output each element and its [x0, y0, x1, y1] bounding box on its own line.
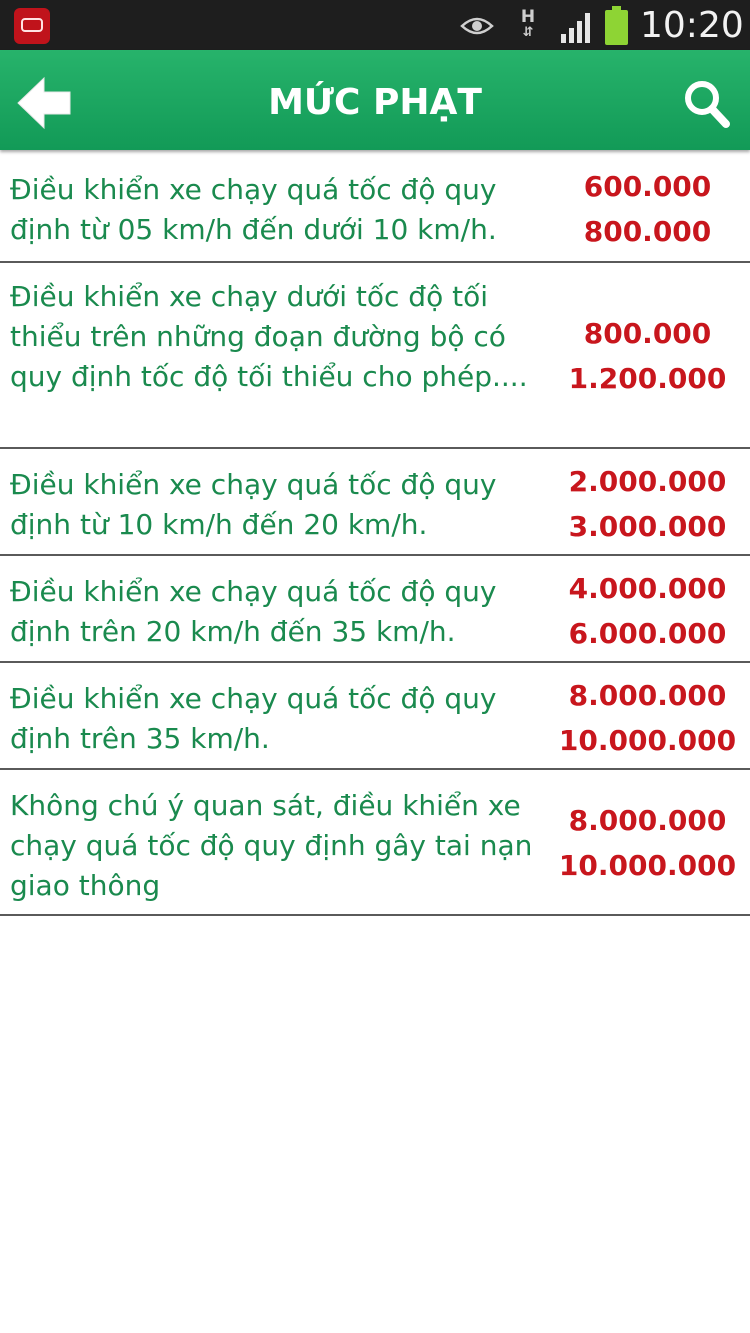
fine-max-amount: 10.000.000 — [558, 849, 737, 882]
battery-icon — [605, 6, 628, 45]
fine-description: Điều khiển xe chạy quá tốc độ quy định t… — [10, 468, 497, 541]
search-button[interactable] — [682, 78, 732, 130]
fine-amounts: 600.000 800.000 — [550, 164, 745, 254]
fine-amounts: 8.000.000 10.000.000 — [550, 673, 745, 763]
fine-row-2[interactable]: Điều khiển xe chạy dưới tốc độ tối thiểu… — [0, 263, 750, 449]
fine-description: Điều khiển xe chạy dưới tốc độ tối thiểu… — [10, 280, 528, 393]
fine-min-amount: 8.000.000 — [568, 804, 727, 837]
arrow-left-icon — [17, 76, 71, 130]
fine-description: Điều khiển xe chạy quá tốc độ quy định t… — [10, 575, 497, 648]
fine-max-amount: 800.000 — [583, 215, 712, 248]
h-data-icon: H ⇵ — [517, 8, 539, 44]
back-button[interactable] — [14, 76, 76, 130]
fine-row-3[interactable]: Điều khiển xe chạy quá tốc độ quy định t… — [0, 449, 750, 556]
app-notification-icon — [14, 8, 50, 44]
fine-max-amount: 1.200.000 — [568, 362, 727, 395]
fine-min-amount: 8.000.000 — [568, 679, 727, 712]
data-arrows: ⇵ — [522, 25, 534, 40]
fine-min-amount: 800.000 — [583, 317, 712, 350]
fine-max-amount: 10.000.000 — [558, 724, 737, 757]
status-bar: H ⇵ 10:20 — [0, 0, 750, 50]
fine-amounts: 2.000.000 3.000.000 — [550, 459, 745, 549]
fine-row-6[interactable]: Không chú ý quan sát, điều khiển xe chạy… — [0, 770, 750, 916]
h-data-label: H — [520, 7, 536, 27]
fine-description: Điều khiển xe chạy quá tốc độ quy định t… — [10, 173, 497, 246]
fine-description: Điều khiển xe chạy quá tốc độ quy định t… — [10, 682, 497, 755]
status-time: 10:20 — [640, 5, 744, 46]
fine-row-4[interactable]: Điều khiển xe chạy quá tốc độ quy định t… — [0, 556, 750, 663]
eye-icon — [460, 17, 494, 35]
fine-max-amount: 6.000.000 — [568, 617, 727, 650]
page-title: MỨC PHẠT — [268, 82, 482, 123]
fine-description: Không chú ý quan sát, điều khiển xe chạy… — [10, 789, 533, 902]
fine-min-amount: 4.000.000 — [568, 572, 727, 605]
fine-min-amount: 2.000.000 — [568, 465, 727, 498]
app-header: MỨC PHẠT — [0, 50, 750, 150]
fine-list: Điều khiển xe chạy quá tốc độ quy định t… — [0, 150, 750, 916]
signal-icon — [561, 13, 590, 43]
search-icon — [685, 81, 730, 128]
fine-min-amount: 600.000 — [583, 170, 712, 203]
fine-amounts: 800.000 1.200.000 — [550, 311, 745, 401]
fine-max-amount: 3.000.000 — [568, 510, 727, 543]
fine-row-1[interactable]: Điều khiển xe chạy quá tốc độ quy định t… — [0, 150, 750, 263]
fine-amounts: 4.000.000 6.000.000 — [550, 566, 745, 656]
fine-row-5[interactable]: Điều khiển xe chạy quá tốc độ quy định t… — [0, 663, 750, 770]
fine-amounts: 8.000.000 10.000.000 — [550, 798, 745, 888]
